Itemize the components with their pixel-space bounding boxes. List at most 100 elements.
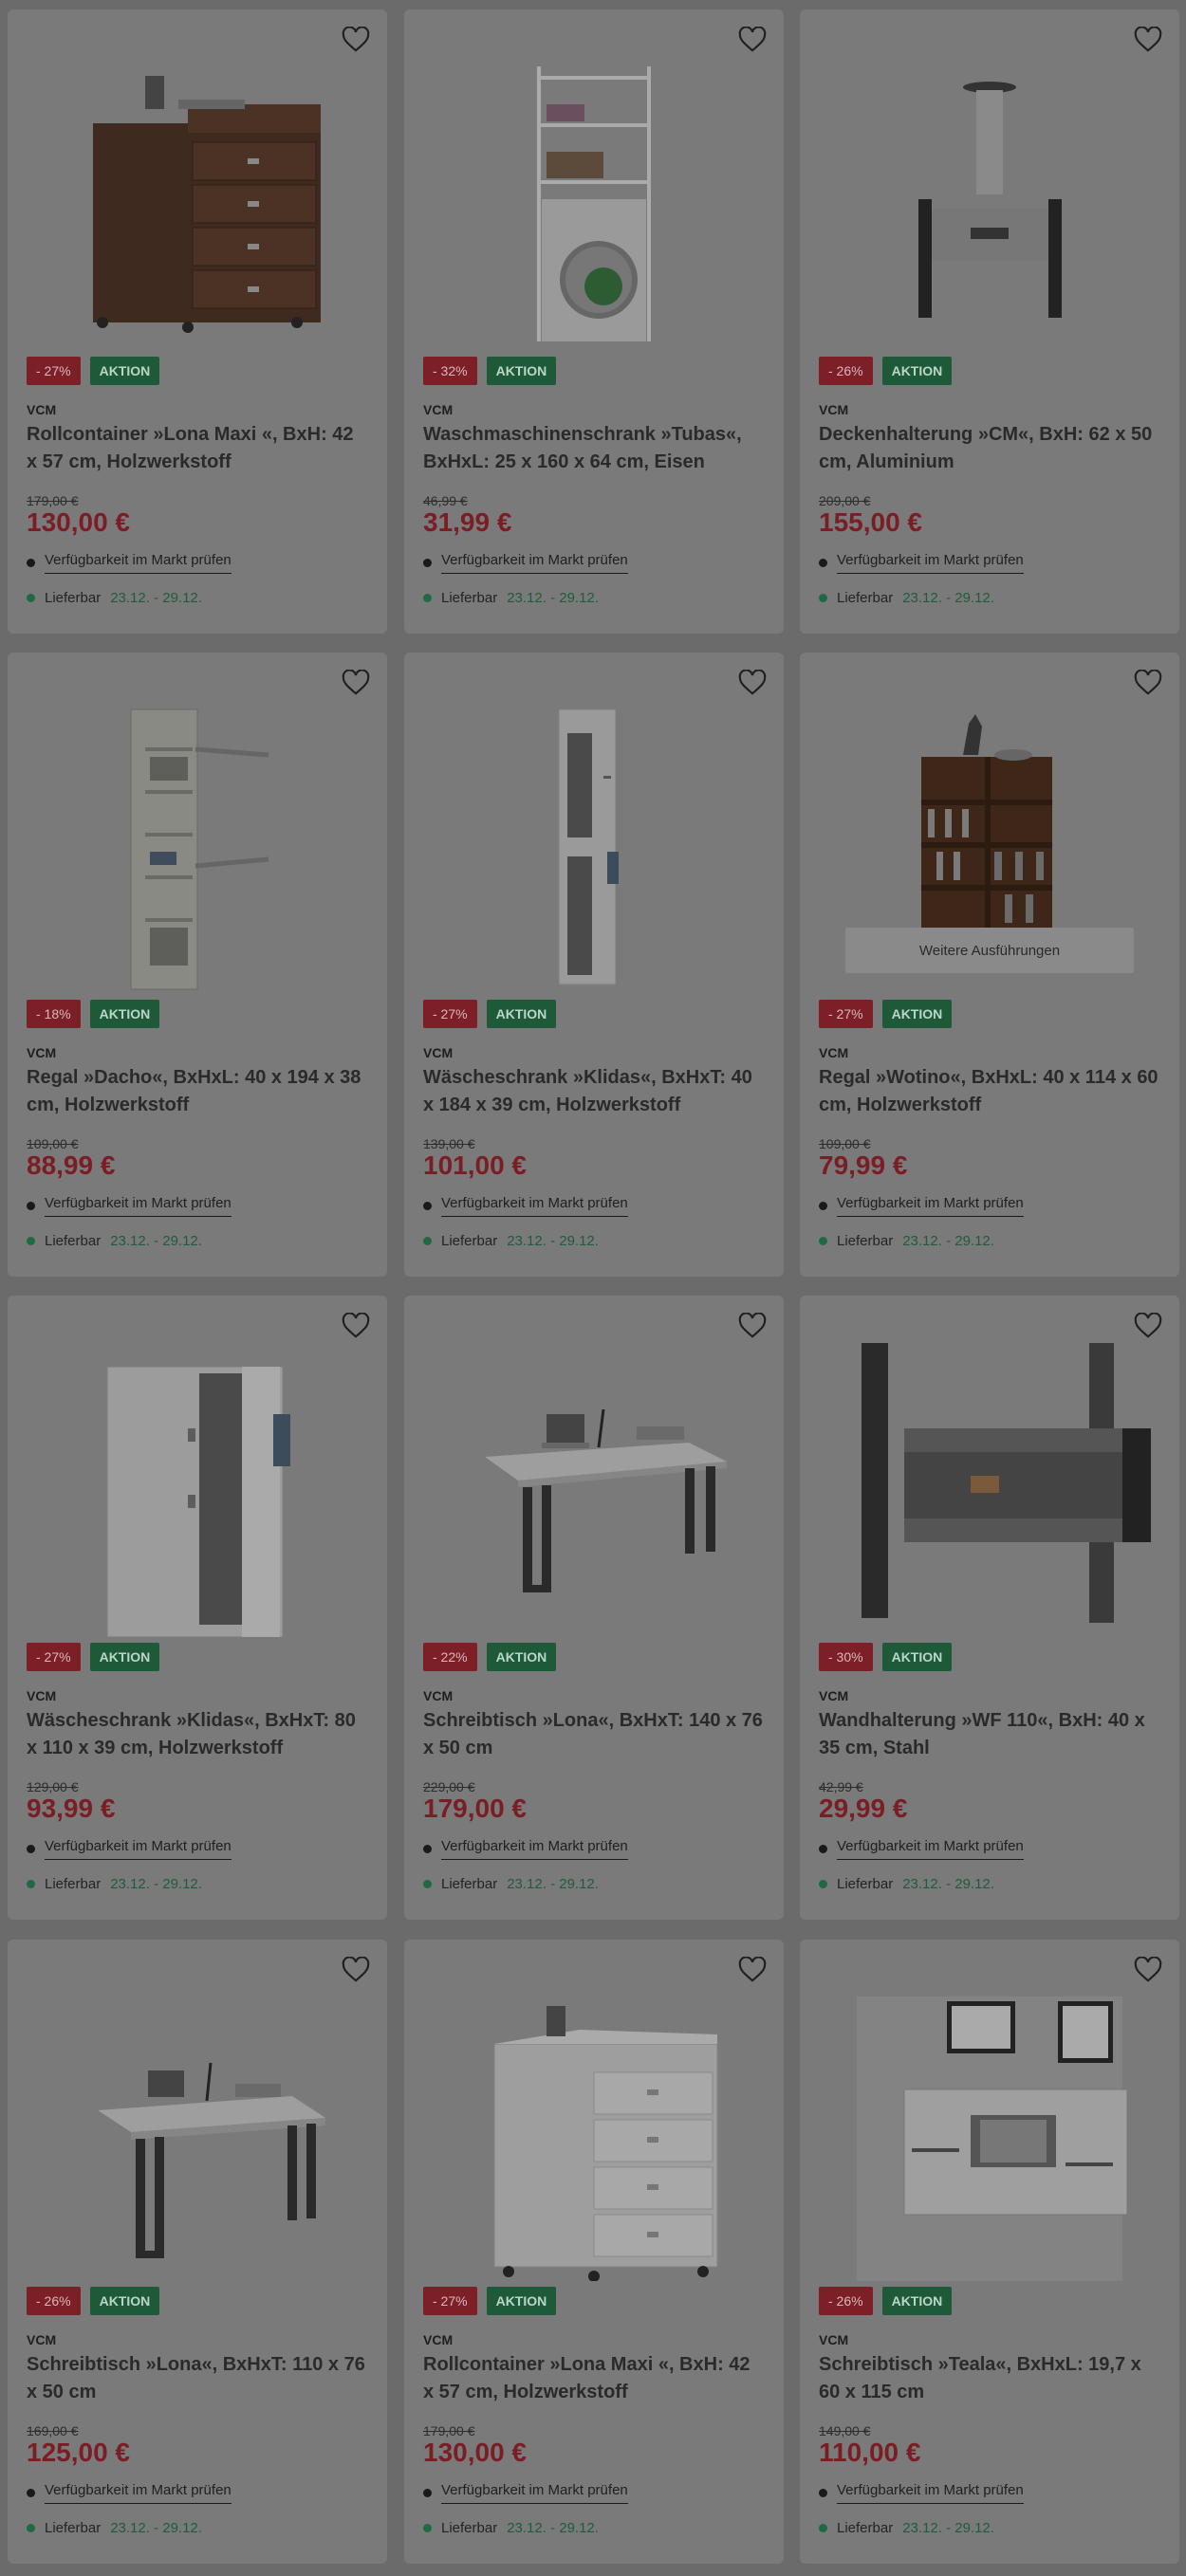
old-price: 46,99 € [423,493,468,508]
product-card[interactable]: - 27% AKTION VCM Wäscheschrank »Klidas«,… [8,1296,387,1920]
product-title[interactable]: Schreibtisch »Lona«, BxHxT: 140 x 76 x 5… [423,1707,765,1762]
availability-row[interactable]: Verfügbarkeit im Markt prüfen [423,1838,628,1860]
green-dot-icon [27,1237,35,1245]
green-dot-icon [819,1237,827,1245]
delivery-row: Lieferbar 23.12. - 29.12. [27,1233,202,1249]
availability-row[interactable]: Verfügbarkeit im Markt prüfen [819,2482,1024,2504]
product-title[interactable]: Regal »Wotino«, BxHxL: 40 x 114 x 60 cm,… [819,1064,1160,1119]
current-price: 29,99 € [819,1794,908,1823]
more-variants-button[interactable]: Weitere Ausführungen [845,928,1134,973]
product-title[interactable]: Waschmaschinenschrank »Tubas«, BxHxL: 25… [423,421,765,476]
delivery-dates: 23.12. - 29.12. [507,590,599,606]
dot-icon [27,2489,35,2497]
product-card[interactable]: - 30% AKTION VCM Wandhalterung »WF 110«,… [800,1296,1179,1920]
check-availability-link[interactable]: Verfügbarkeit im Markt prüfen [441,1838,628,1860]
dot-icon [819,1202,827,1210]
product-title[interactable]: Wäscheschrank »Klidas«, BxHxT: 40 x 184 … [423,1064,765,1119]
product-title[interactable]: Schreibtisch »Lona«, BxHxT: 110 x 76 x 5… [27,2351,368,2406]
availability-row[interactable]: Verfügbarkeit im Markt prüfen [27,552,232,574]
availability-row[interactable]: Verfügbarkeit im Markt prüfen [27,1838,232,1860]
check-availability-link[interactable]: Verfügbarkeit im Markt prüfen [45,552,232,574]
badge-group: - 30% AKTION [819,1643,953,1671]
delivery-label: Lieferbar [45,1876,102,1892]
product-card[interactable]: - 27% AKTION VCM Rollcontainer »Lona Max… [8,9,387,634]
delivery-dates: 23.12. - 29.12. [902,1876,994,1892]
delivery-dates: 23.12. - 29.12. [902,590,994,606]
check-availability-link[interactable]: Verfügbarkeit im Markt prüfen [837,1838,1024,1860]
product-image[interactable] [800,38,1179,351]
check-availability-link[interactable]: Verfügbarkeit im Markt prüfen [45,1195,232,1217]
product-title[interactable]: Rollcontainer »Lona Maxi «, BxH: 42 x 57… [423,2351,765,2406]
product-card[interactable]: - 27% AKTION VCM Wäscheschrank »Klidas«,… [404,653,784,1277]
product-card[interactable]: - 32% AKTION VCM Waschmaschinenschrank »… [404,9,784,634]
availability-row[interactable]: Verfügbarkeit im Markt prüfen [819,552,1024,574]
dot-icon [27,1202,35,1210]
product-title[interactable]: Deckenhalterung »CM«, BxH: 62 x 50 cm, A… [819,421,1160,476]
product-card[interactable]: - 22% AKTION VCM Schreibtisch »Lona«, Bx… [404,1296,784,1920]
delivery-label: Lieferbar [45,2520,102,2536]
availability-row[interactable]: Verfügbarkeit im Markt prüfen [819,1195,1024,1217]
product-image[interactable] [8,1324,387,1638]
check-availability-link[interactable]: Verfügbarkeit im Markt prüfen [837,552,1024,574]
delivery-row: Lieferbar 23.12. - 29.12. [27,2520,202,2536]
product-image[interactable] [800,1324,1179,1637]
delivery-dates: 23.12. - 29.12. [110,2520,202,2536]
old-price: 179,00 € [27,493,79,508]
product-card[interactable]: - 26% AKTION VCM Deckenhalterung »CM«, B… [800,9,1179,634]
check-availability-link[interactable]: Verfügbarkeit im Markt prüfen [837,2482,1024,2504]
brand-name: VCM [819,1045,849,1060]
old-price: 209,00 € [819,493,871,508]
availability-row[interactable]: Verfügbarkeit im Markt prüfen [27,2482,232,2504]
product-image[interactable] [404,1324,784,1637]
availability-row[interactable]: Verfügbarkeit im Markt prüfen [423,552,628,574]
product-image[interactable] [404,38,784,351]
discount-badge: - 26% [819,357,873,385]
product-card[interactable]: - 18% AKTION VCM Regal »Dacho«, BxHxL: 4… [8,653,387,1277]
product-image[interactable] [8,681,387,994]
delivery-dates: 23.12. - 29.12. [507,1876,599,1892]
delivery-label: Lieferbar [441,590,498,606]
product-title[interactable]: Rollcontainer »Lona Maxi «, BxH: 42 x 57… [27,421,368,476]
product-title[interactable]: Wäscheschrank »Klidas«, BxHxT: 80 x 110 … [27,1707,368,1762]
brand-name: VCM [819,402,849,417]
product-image[interactable] [800,1968,1179,2281]
product-card[interactable]: Weitere Ausführungen - 27% AKTION VCM Re… [800,653,1179,1277]
product-title[interactable]: Regal »Dacho«, BxHxL: 40 x 194 x 38 cm, … [27,1064,368,1119]
brand-name: VCM [423,402,454,417]
check-availability-link[interactable]: Verfügbarkeit im Markt prüfen [441,1195,628,1217]
product-card[interactable]: - 26% AKTION VCM Schreibtisch »Teala«, B… [800,1940,1179,2564]
product-image[interactable] [404,1968,784,2282]
product-card[interactable]: - 27% AKTION VCM Rollcontainer »Lona Max… [404,1940,784,2564]
availability-row[interactable]: Verfügbarkeit im Markt prüfen [819,1838,1024,1860]
product-title[interactable]: Wandhalterung »WF 110«, BxH: 40 x 35 cm,… [819,1707,1160,1762]
product-title[interactable]: Schreibtisch »Teala«, BxHxL: 19,7 x 60 x… [819,2351,1160,2406]
action-badge: AKTION [89,357,160,385]
old-price: 169,00 € [27,2423,79,2438]
check-availability-link[interactable]: Verfügbarkeit im Markt prüfen [441,2482,628,2504]
delivery-row: Lieferbar 23.12. - 29.12. [423,1233,599,1249]
availability-row[interactable]: Verfügbarkeit im Markt prüfen [423,2482,628,2504]
product-image[interactable] [8,38,387,351]
product-image[interactable] [404,681,784,994]
check-availability-link[interactable]: Verfügbarkeit im Markt prüfen [441,552,628,574]
dot-icon [423,1845,432,1853]
green-dot-icon [819,2524,827,2532]
discount-badge: - 27% [423,2287,477,2315]
check-availability-link[interactable]: Verfügbarkeit im Markt prüfen [837,1195,1024,1217]
delivery-label: Lieferbar [837,1876,894,1892]
brand-name: VCM [27,2332,57,2347]
discount-badge: - 27% [423,1000,477,1028]
dot-icon [423,559,432,567]
delivery-row: Lieferbar 23.12. - 29.12. [423,2520,599,2536]
availability-row[interactable]: Verfügbarkeit im Markt prüfen [27,1195,232,1217]
product-card[interactable]: - 26% AKTION VCM Schreibtisch »Lona«, Bx… [8,1940,387,2564]
action-badge: AKTION [486,2287,557,2315]
brand-name: VCM [423,2332,454,2347]
availability-row[interactable]: Verfügbarkeit im Markt prüfen [423,1195,628,1217]
product-image[interactable] [8,1968,387,2281]
check-availability-link[interactable]: Verfügbarkeit im Markt prüfen [45,1838,232,1860]
action-badge: AKTION [486,357,557,385]
delivery-dates: 23.12. - 29.12. [110,590,202,606]
check-availability-link[interactable]: Verfügbarkeit im Markt prüfen [45,2482,232,2504]
delivery-row: Lieferbar 23.12. - 29.12. [423,1876,599,1892]
